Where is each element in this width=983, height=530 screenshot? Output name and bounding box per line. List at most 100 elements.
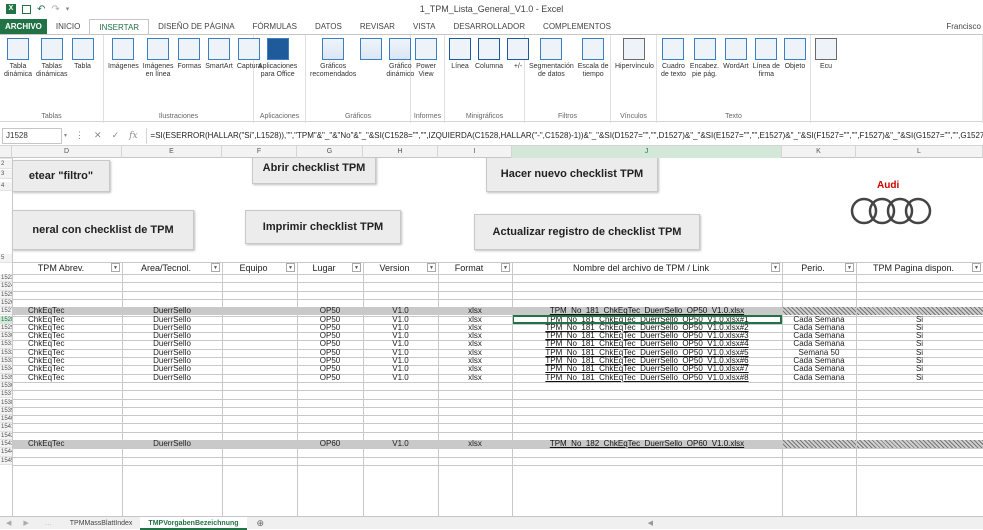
ribbon-button-l-nea-de-firma[interactable]: Línea de firma	[751, 38, 782, 111]
row-header[interactable]: 1526	[0, 298, 12, 308]
file-link-cell[interactable]: TPM_No_181_ChkEqTec_DuerrSello_OP50_V1.0…	[512, 357, 782, 365]
column-header-h[interactable]: H	[363, 146, 438, 158]
row-header[interactable]: 1530	[0, 332, 12, 341]
user-name[interactable]: Francisco	[946, 19, 983, 34]
row-header[interactable]: 1537	[0, 390, 12, 399]
sheet-tab-massblatt[interactable]: TPMMassBlattIndex	[62, 517, 141, 530]
insert-function-icon[interactable]: fx	[129, 131, 137, 141]
row-header[interactable]: 1527	[0, 307, 12, 316]
prev-sheet-icon[interactable]: ◀	[0, 519, 17, 527]
worksheet-grid[interactable]: etear "filtro" Abrir checklist TPM Hacer…	[0, 158, 983, 516]
name-box[interactable]: J1528	[2, 127, 62, 144]
ribbon-button-gr-ficos-recomendados[interactable]: Gráficos recomendados	[308, 38, 358, 111]
file-link-cell[interactable]: TPM_No_181_ChkEqTec_DuerrSello_OP50_V1.0…	[512, 332, 782, 340]
row-header[interactable]: 1523	[0, 274, 12, 283]
filter-dropdown-icon[interactable]: ▼	[286, 263, 295, 272]
filter-dropdown-icon[interactable]: ▼	[771, 263, 780, 272]
select-all-corner[interactable]	[0, 146, 12, 158]
ribbon-button-l-nea[interactable]: Línea	[447, 38, 473, 111]
column-header-j[interactable]: J	[512, 146, 782, 158]
row-header[interactable]: 1539	[0, 406, 12, 416]
row-header[interactable]: 5	[0, 254, 12, 263]
row-header[interactable]: 2	[0, 160, 12, 169]
file-link-cell[interactable]: TPM_No_181_ChkEqTec_DuerrSello_OP50_V1.0…	[512, 349, 782, 357]
print-checklist-button[interactable]: Imprimir checklist TPM	[245, 210, 401, 244]
ribbon-button-ecu[interactable]: Ecu	[813, 38, 839, 111]
row-header[interactable]: 1540	[0, 415, 12, 424]
row-header[interactable]: 1536	[0, 381, 12, 391]
general-checklist-button[interactable]: neral con checklist de TPM	[12, 210, 194, 250]
row-header[interactable]: 1531	[0, 340, 12, 349]
sheet-tab-vorgaben[interactable]: TMPVorgabenBezeichnung	[140, 516, 247, 530]
row-header[interactable]: 1529	[0, 323, 12, 333]
reset-filter-button[interactable]: etear "filtro"	[12, 160, 110, 192]
filter-dropdown-icon[interactable]: ▼	[501, 263, 510, 272]
tab-desarrollador[interactable]: DESARROLLADOR	[444, 19, 534, 34]
column-header-e[interactable]: E	[122, 146, 222, 158]
row-header[interactable]: 3	[0, 170, 12, 179]
row-header[interactable]: 1535	[0, 373, 12, 382]
row-header[interactable]: 1538	[0, 398, 12, 407]
file-link-cell[interactable]: TPM_No_181_ChkEqTec_DuerrSello_OP50_V1.0…	[512, 374, 782, 382]
ribbon-button-hiperv-nculo[interactable]: Hipervínculo	[613, 38, 656, 111]
add-sheet-icon[interactable]: ⊕	[247, 518, 275, 529]
file-link-cell[interactable]: TPM_No_181_ChkEqTec_DuerrSello_OP50_V1.0…	[512, 340, 782, 348]
tab-vista[interactable]: VISTA	[404, 19, 445, 34]
ribbon-button-formas[interactable]: Formas	[176, 38, 204, 111]
column-header-k[interactable]: K	[782, 146, 856, 158]
formula-input[interactable]: =SI(ESERROR(HALLAR("Si",L1528)),"","TPM"…	[145, 127, 983, 144]
file-link-cell[interactable]: TPM_No_182_ChkEqTec_DuerrSello_OP60_V1.0…	[512, 440, 782, 448]
column-header-f[interactable]: F	[222, 146, 297, 158]
ribbon-button-segmentaci-n-de-datos[interactable]: Segmentación de datos	[527, 38, 576, 111]
next-sheet-icon[interactable]: ▶	[17, 519, 34, 527]
row-header[interactable]: 1	[0, 158, 12, 159]
filter-dropdown-icon[interactable]: ▼	[211, 263, 220, 272]
tab-inicio[interactable]: INICIO	[47, 19, 89, 34]
ribbon-button-tabla[interactable]: Tabla	[70, 38, 96, 111]
row-header[interactable]: 1528	[0, 315, 12, 324]
ribbon-button-wordart[interactable]: WordArt	[721, 38, 751, 111]
more-sheets-icon[interactable]: …	[35, 520, 62, 527]
column-header-i[interactable]: I	[438, 146, 512, 158]
row-header[interactable]: 1542	[0, 431, 12, 440]
filter-dropdown-icon[interactable]: ▼	[111, 263, 120, 272]
tab-dise-o-de-p-gina[interactable]: DISEÑO DE PÁGINA	[149, 19, 243, 34]
row-header[interactable]: 1545	[0, 456, 12, 465]
file-link-cell[interactable]: TPM_No_181_ChkEqTec_DuerrSello_OP50_V1.0…	[512, 324, 782, 332]
row-header[interactable]: 1524	[0, 282, 12, 291]
tab-f-rmulas[interactable]: FÓRMULAS	[244, 19, 306, 34]
ribbon-button-chart-types[interactable]	[358, 38, 384, 111]
ribbon-button-power-view[interactable]: Power View	[413, 38, 439, 111]
filter-dropdown-icon[interactable]: ▼	[427, 263, 436, 272]
row-header[interactable]: 1533	[0, 357, 12, 366]
enter-icon[interactable]: ✓	[112, 130, 120, 141]
tab-datos[interactable]: DATOS	[306, 19, 351, 34]
ribbon-button-im-genes-en-l-nea[interactable]: Imágenes en línea	[141, 38, 176, 111]
tab-insertar[interactable]: INSERTAR	[89, 19, 150, 34]
row-header[interactable]: 1534	[0, 365, 12, 374]
tab-archivo[interactable]: ARCHIVO	[0, 19, 47, 34]
new-checklist-button[interactable]: Hacer nuevo checklist TPM	[486, 158, 658, 192]
ribbon-button-escala-de-tiempo[interactable]: Escala de tiempo	[576, 38, 611, 111]
row-header[interactable]: 1532	[0, 348, 12, 357]
ribbon-button-cuadro-de-texto[interactable]: Cuadro de texto	[659, 38, 688, 111]
row-header[interactable]: 1541	[0, 423, 12, 432]
row-header[interactable]: 1525	[0, 290, 12, 299]
filter-dropdown-icon[interactable]: ▼	[972, 263, 981, 272]
row-header[interactable]: 4	[0, 182, 12, 191]
ribbon-button-aplicaciones-para-office[interactable]: Aplicaciones para Office	[256, 38, 299, 111]
ribbon-button-encabez-pie-p-g-[interactable]: Encabez. pie pág.	[688, 38, 721, 111]
cancel-icon[interactable]: ✕	[94, 130, 102, 141]
row-header[interactable]: 1544	[0, 448, 12, 457]
update-register-button[interactable]: Actualizar registro de checklist TPM	[474, 214, 700, 250]
column-header-l[interactable]: L	[856, 146, 983, 158]
hscroll-left-icon[interactable]: ◀	[648, 519, 653, 527]
filter-dropdown-icon[interactable]: ▼	[352, 263, 361, 272]
ribbon-button-im-genes[interactable]: Imágenes	[106, 38, 141, 111]
ribbon-button-columna[interactable]: Columna	[473, 38, 505, 111]
ribbon-button-objeto[interactable]: Objeto	[782, 38, 808, 111]
open-checklist-button[interactable]: Abrir checklist TPM	[252, 158, 376, 184]
file-link-cell[interactable]: TPM_No_181_ChkEqTec_DuerrSello_OP50_V1.0…	[512, 365, 782, 373]
filter-dropdown-icon[interactable]: ▼	[845, 263, 854, 272]
ribbon-button-smartart[interactable]: SmartArt	[203, 38, 235, 111]
